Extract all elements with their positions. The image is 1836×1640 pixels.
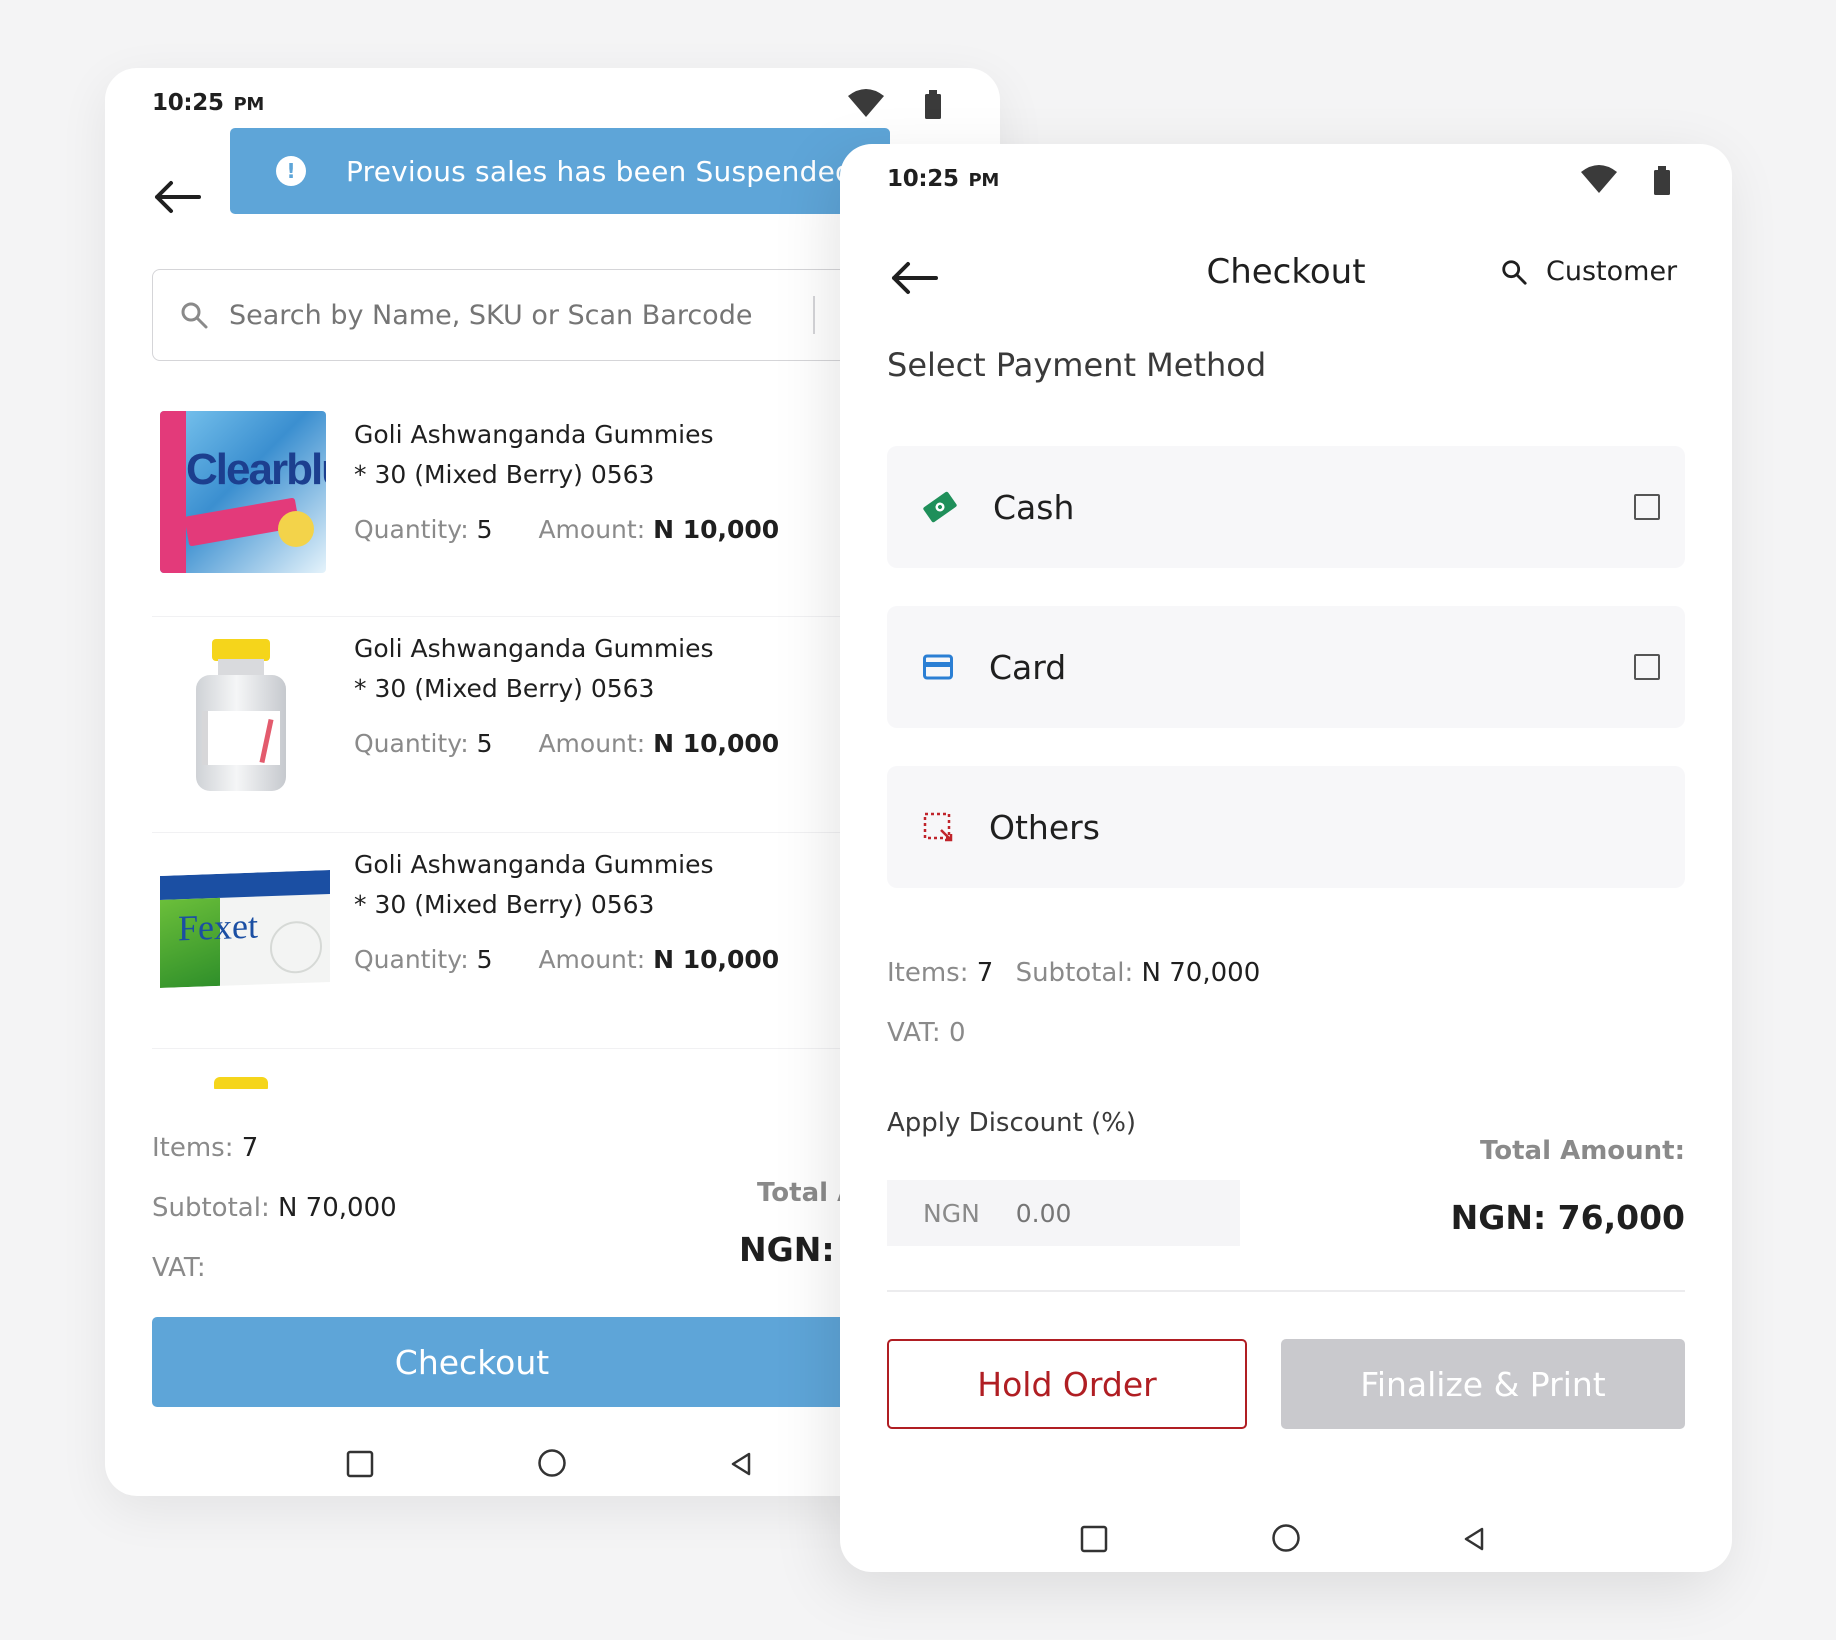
vat-row: VAT: 0: [887, 1018, 966, 1048]
search-icon: [1500, 258, 1528, 286]
search-icon: [179, 300, 209, 330]
items-count: 7: [976, 958, 994, 988]
subtotal-value: N 70,000: [1141, 958, 1261, 988]
product-amount: N 10,000: [653, 729, 780, 758]
product-quantity: 5: [476, 729, 493, 758]
items-count: 7: [241, 1133, 259, 1163]
card-icon: [923, 654, 953, 680]
method-label: Others: [989, 807, 1100, 847]
discount-input[interactable]: [1015, 1198, 1216, 1228]
total-value: NGN: ': [739, 1230, 857, 1269]
total-amount-value: NGN: 76,000: [1450, 1198, 1685, 1237]
others-icon: [923, 812, 953, 842]
back-nav-icon[interactable]: [729, 1451, 753, 1481]
info-icon: !: [276, 156, 306, 186]
back-arrow-icon[interactable]: [153, 180, 201, 218]
product-meta: Quantity: 5 Amount: N 10,000: [354, 515, 780, 544]
section-title: Select Payment Method: [887, 346, 1267, 384]
wifi-icon: [847, 88, 885, 122]
card-checkbox[interactable]: [1634, 654, 1660, 680]
status-time: 10:25 PM: [887, 166, 999, 192]
finalize-print-button[interactable]: Finalize & Print: [1281, 1339, 1685, 1429]
discount-field[interactable]: NGN: [887, 1180, 1240, 1246]
checkout-screen: 10:25 PM Checkout Customer Select Paymen…: [840, 144, 1732, 1572]
product-image-vial: [160, 631, 326, 799]
toast-message: Previous sales has been Suspended: [346, 154, 853, 188]
product-image-fexet: Fexet: [160, 870, 330, 988]
battery-icon: [1652, 166, 1672, 200]
product-meta: Quantity: 5 Amount: N 10,000: [354, 729, 780, 758]
status-time: 10:25 PM: [152, 90, 264, 116]
customer-search-button[interactable]: Customer: [1500, 256, 1677, 287]
product-quantity: 5: [476, 945, 493, 974]
customer-label: Customer: [1546, 256, 1678, 287]
battery-icon: [923, 90, 943, 124]
recents-icon[interactable]: [1080, 1525, 1108, 1557]
search-input[interactable]: [229, 299, 809, 331]
payment-method-cash[interactable]: Cash: [887, 446, 1685, 568]
payment-method-card[interactable]: Card: [887, 606, 1685, 728]
payment-method-others[interactable]: Others: [887, 766, 1685, 888]
product-quantity: 5: [476, 515, 493, 544]
product-variant: * 30 (Mixed Berry) 0563: [354, 674, 655, 703]
product-meta: Quantity: 5 Amount: N 10,000: [354, 945, 780, 974]
total-amount-label: Total Amount:: [1479, 1136, 1685, 1166]
product-amount: N 10,000: [653, 515, 780, 544]
product-variant: * 30 (Mixed Berry) 0563: [354, 460, 655, 489]
product-variant: * 30 (Mixed Berry) 0563: [354, 890, 655, 919]
product-name: Goli Ashwanganda Gummies: [354, 420, 714, 449]
back-nav-icon[interactable]: [1462, 1526, 1486, 1556]
product-amount: N 10,000: [653, 945, 780, 974]
wifi-icon: [1580, 164, 1618, 198]
product-name: Goli Ashwanganda Gummies: [354, 634, 714, 663]
home-icon[interactable]: [537, 1448, 567, 1482]
search-divider: [813, 296, 815, 334]
cash-icon: [921, 488, 959, 526]
home-icon[interactable]: [1271, 1523, 1301, 1557]
divider: [887, 1290, 1685, 1292]
subtotal-value: N 70,000: [277, 1193, 397, 1223]
hold-order-button[interactable]: Hold Order: [887, 1339, 1247, 1429]
vat-value: 0: [948, 1018, 966, 1048]
suspended-toast: ! Previous sales has been Suspended: [230, 128, 890, 214]
method-label: Cash: [993, 487, 1075, 527]
recents-icon[interactable]: [346, 1450, 374, 1482]
left-summary: Items: 7 Subtotal: N 70,000 VAT:: [152, 1133, 397, 1283]
method-label: Card: [989, 647, 1067, 687]
product-name: Goli Ashwanganda Gummies: [354, 850, 714, 879]
cash-checkbox[interactable]: [1634, 494, 1660, 520]
product-image-clearblue: Clearblu: [160, 411, 326, 573]
discount-label: Apply Discount (%): [887, 1108, 1137, 1138]
checkout-summary: Items: 7 Subtotal: N 70,000: [887, 958, 1261, 988]
discount-currency: NGN: [923, 1198, 980, 1228]
